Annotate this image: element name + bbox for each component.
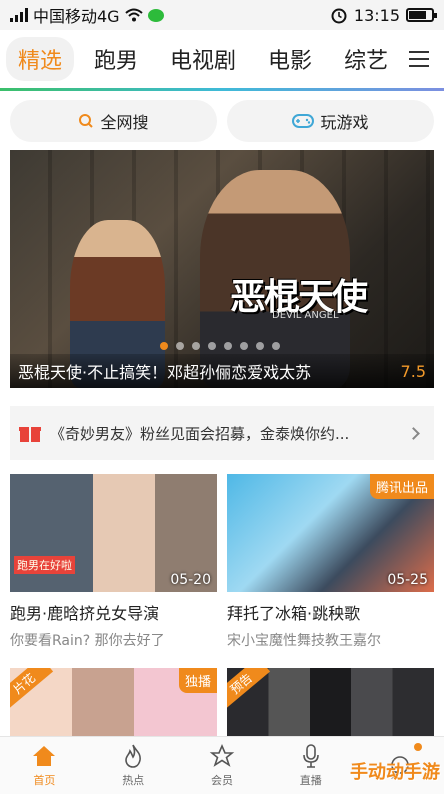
star-crown-icon [209,743,235,767]
watermark: 手动动手游 [350,762,440,783]
nav-home-label: 首页 [33,774,56,787]
status-bar: 中国移动4G 13:15 [0,0,444,30]
channel-tabs: 精选 跑男 电视剧 电影 综艺 [0,30,444,88]
battery-icon [406,8,437,22]
video-date: 05-25 [387,572,428,588]
banner-title: 恶棍天使·不止搞笑！邓超孙俪恋爱戏太苏 [18,363,312,382]
video-subtitle: 宋小宝魔性舞技教王嘉尔 [227,633,381,649]
accent-divider [0,88,444,91]
carousel-dot[interactable] [208,342,216,350]
nav-hot[interactable]: 热点 [89,737,178,794]
notice-text: 《奇妙男友》粉丝见面会招募，金泰焕你约... [50,424,350,443]
chevron-right-icon [407,426,420,440]
banner-score: 7.5 [400,361,426,381]
gamepad-icon [292,114,315,128]
play-games-label: 玩游戏 [320,113,369,132]
play-games-button[interactable]: 玩游戏 [227,100,434,142]
banner-caption: 恶棍天使·不止搞笑！邓超孙俪恋爱戏太苏 7.5 [10,354,434,388]
channel-menu-button[interactable] [394,30,444,88]
nav-hot-label: 热点 [122,774,145,787]
notice-bar[interactable]: 《奇妙男友》粉丝见面会招募，金泰焕你约... [10,406,434,460]
wifi-icon [124,8,143,22]
banner-movie-logo-sub: DEVIL ANGEL [272,310,339,321]
thumbnail-caption: 跑男在好啦 [14,556,75,574]
trailer-ribbon: 预告 [227,668,271,711]
tab-variety[interactable]: 综艺 [332,37,400,81]
video-thumbnail: 跑男在好啦 05-20 [10,474,217,592]
tab-running-man[interactable]: 跑男 [82,37,150,81]
video-title: 拜托了冰箱·跳秧歌 [227,604,361,623]
alarm-icon [331,8,347,24]
tab-tv-series[interactable]: 电视剧 [158,37,248,81]
wechat-icon [147,8,164,22]
tab-movies[interactable]: 电影 [256,37,324,81]
hero-banner[interactable]: 恶棍天使 DEVIL ANGEL 恶棍天使·不止搞笑！邓超孙俪恋爱戏太苏 7.5 [10,150,434,388]
notification-dot [413,743,422,751]
signal-icon [10,8,28,22]
nav-vip[interactable]: 会员 [178,737,267,794]
search-icon [79,114,94,128]
video-card[interactable]: 跑男在好啦 05-20 跑男·鹿晗挤兑女导演 你要看Rain? 那你去好了 [10,474,217,650]
carousel-dot[interactable] [176,342,184,350]
carousel-dot[interactable] [256,342,264,350]
menu-icon [409,51,429,67]
carousel-dots [160,342,280,350]
video-title: 跑男·鹿晗挤兑女导演 [10,604,160,623]
clock-time: 13:15 [353,5,400,25]
carousel-dot[interactable] [224,342,232,350]
video-thumbnail: 腾讯出品 05-25 [227,474,434,592]
nav-live[interactable]: 直播 [266,737,355,794]
global-search-label: 全网搜 [100,113,149,132]
global-search-button[interactable]: 全网搜 [10,100,217,142]
exclusive-badge: 独播 [178,668,217,693]
carousel-dot[interactable] [272,342,280,350]
gift-icon [19,424,41,442]
carousel-dot[interactable] [160,342,168,350]
carrier-label: 中国移动4G [33,7,120,26]
nav-live-label: 直播 [299,774,322,787]
carousel-dot[interactable] [192,342,200,350]
clip-ribbon: 片花 [10,668,54,711]
home-icon [33,746,56,766]
tab-featured[interactable]: 精选 [6,37,75,81]
video-date: 05-20 [170,572,211,588]
video-subtitle: 你要看Rain? 那你去好了 [10,633,165,649]
flame-icon [125,744,142,768]
microphone-icon [302,744,319,768]
video-card[interactable]: 腾讯出品 05-25 拜托了冰箱·跳秧歌 宋小宝魔性舞技教王嘉尔 [227,474,434,650]
action-row: 全网搜 玩游戏 [10,100,434,142]
nav-vip-label: 会员 [210,774,233,787]
nav-home[interactable]: 首页 [0,737,89,794]
tencent-produced-badge: 腾讯出品 [369,474,434,499]
carousel-dot[interactable] [240,342,248,350]
